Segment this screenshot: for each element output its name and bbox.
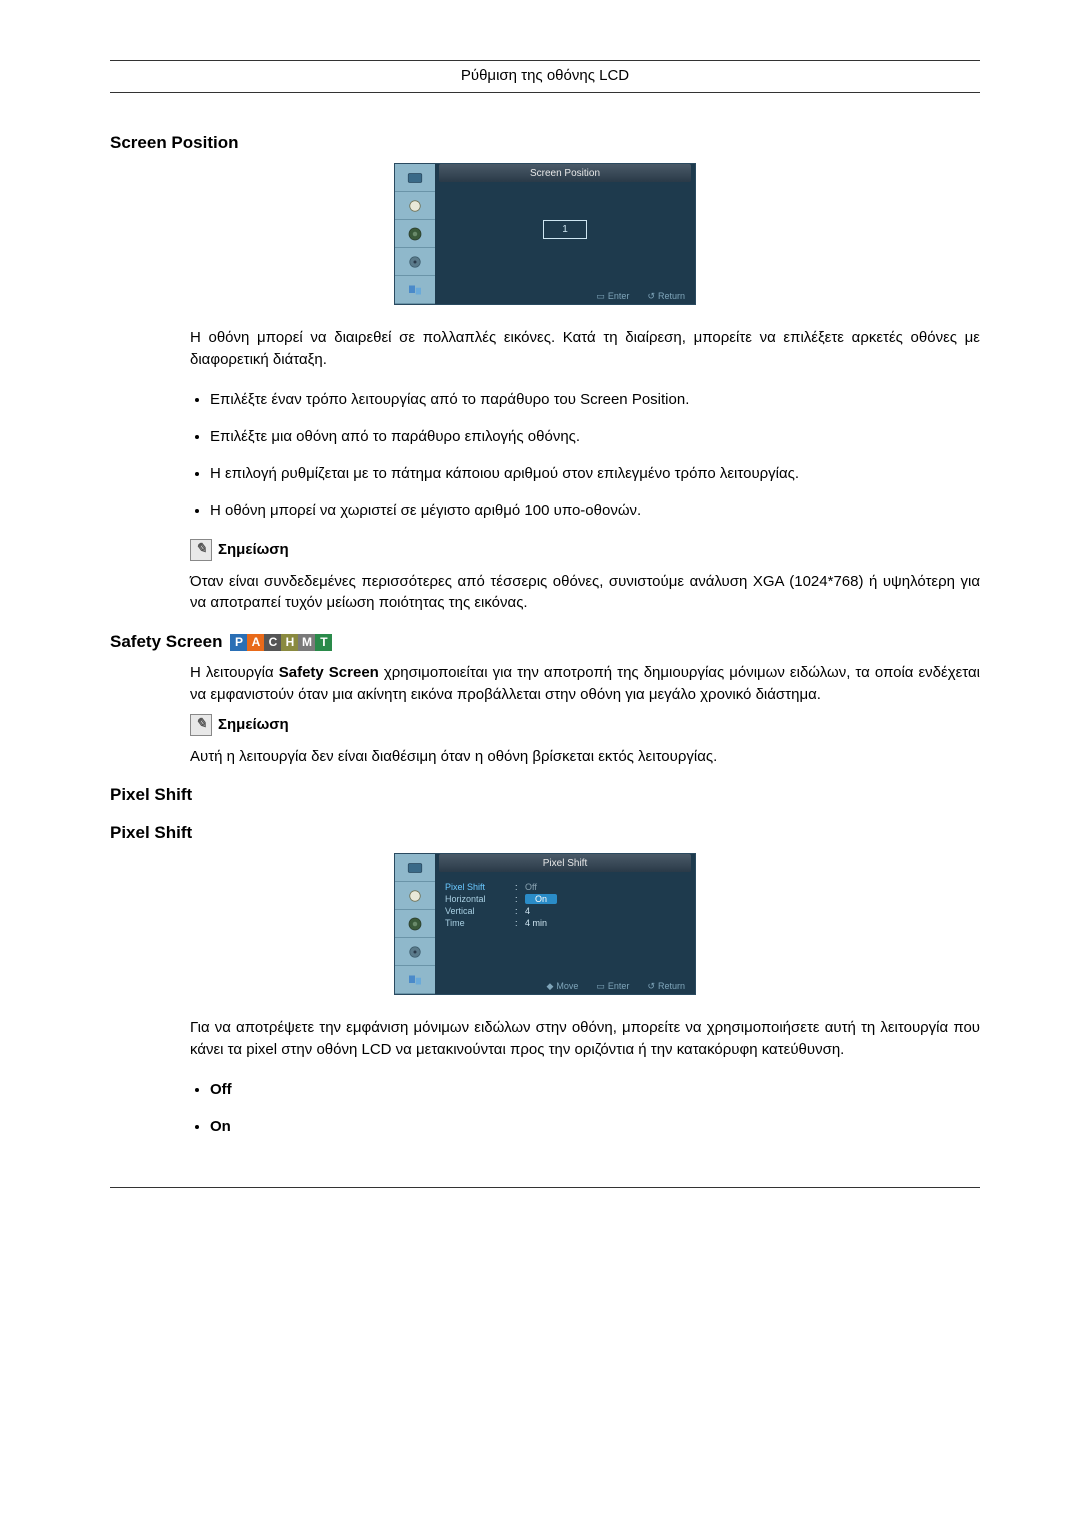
- osd-screenshot-pixel-shift: Pixel Shift Pixel Shift : Off Horizontal…: [394, 853, 696, 995]
- osd-foot-enter: ▭ Enter: [596, 981, 629, 992]
- osd-screenshot-screen-position: Screen Position 1 ▭ Enter ↺ Return: [394, 163, 696, 305]
- osd-tab-setup-icon: [395, 938, 435, 966]
- osd-tab-sound-icon: [395, 220, 435, 248]
- heading-safety-screen: Safety Screen P A C H M T: [110, 632, 980, 652]
- osd-row0-label: Pixel Shift: [445, 882, 515, 892]
- sp-bullets: Επιλέξτε έναν τρόπο λειτουργίας από το π…: [190, 389, 980, 521]
- heading-pixel-shift-2: Pixel Shift: [110, 823, 980, 843]
- osd-row1-label: Horizontal: [445, 894, 515, 904]
- sp-note-label: Σημείωση: [218, 541, 289, 558]
- ss-note-text: Αυτή η λειτουργία δεν είναι διαθέσιμη ότ…: [190, 746, 980, 768]
- note-icon: ✎: [190, 714, 212, 736]
- osd-value: 1: [543, 220, 587, 239]
- chip-h-icon: H: [281, 634, 298, 651]
- sp-intro: H οθόνη μπορεί να διαιρεθεί σε πολλαπλές…: [190, 327, 980, 371]
- osd-row2-label: Vertical: [445, 906, 515, 916]
- sp-bullet-3: H οθόνη μπορεί να χωριστεί σε μέγιστο αρ…: [210, 500, 980, 521]
- osd-foot-enter: ▭ Enter: [596, 291, 629, 302]
- osd-tab-picture-icon: [395, 192, 435, 220]
- osd-tab-picture-icon: [395, 882, 435, 910]
- chip-t-icon: T: [315, 634, 332, 651]
- osd-row2-val: 4: [525, 906, 530, 916]
- osd-row3-val: 4 min: [525, 918, 547, 928]
- mode-chips: P A C H M T: [230, 634, 332, 651]
- safety-screen-title: Safety Screen: [110, 632, 222, 652]
- note-icon: ✎: [190, 539, 212, 561]
- sp-bullet-0-bold: Screen Position: [580, 391, 685, 408]
- osd-tab-input-icon: [395, 854, 435, 882]
- chip-a-icon: A: [247, 634, 264, 651]
- chip-c-icon: C: [264, 634, 281, 651]
- heading-pixel-shift-1: Pixel Shift: [110, 785, 980, 805]
- ps-bullet-on: On: [210, 1116, 980, 1137]
- osd-tab-multi-icon: [395, 966, 435, 994]
- osd-foot-move: ◆ Move: [546, 981, 578, 992]
- osd-tab-setup-icon: [395, 248, 435, 276]
- page-header: Ρύθμιση της οθόνης LCD: [110, 67, 980, 93]
- ss-note-header: ✎ Σημείωση: [190, 714, 980, 736]
- osd-title-ps: Pixel Shift: [439, 854, 691, 872]
- sp-bullet-0: Επιλέξτε έναν τρόπο λειτουργίας από το π…: [210, 389, 980, 410]
- sp-bullet-2: Η επιλογή ρυθμίζεται με το πάτημα κάποιο…: [210, 463, 980, 484]
- sp-bullet-1: Επιλέξτε μια οθόνη από το παράθυρο επιλο…: [210, 426, 980, 447]
- ss-para-bold: Safety Screen: [279, 664, 379, 681]
- sp-note-text: Όταν είναι συνδεδεμένες περισσότερες από…: [190, 571, 980, 615]
- osd-foot-return: ↺ Return: [647, 981, 685, 992]
- osd-tab-multi-icon: [395, 276, 435, 304]
- ps-bullets: Off On: [190, 1079, 980, 1137]
- heading-screen-position: Screen Position: [110, 133, 980, 153]
- osd-row0-on-selected: On: [525, 894, 557, 904]
- osd-foot-return: ↺ Return: [647, 291, 685, 302]
- ss-para: H λειτουργία Safety Screen χρησιμοποιείτ…: [190, 662, 980, 706]
- osd-tab-input-icon: [395, 164, 435, 192]
- osd-row0-off: Off: [525, 882, 537, 892]
- osd-title: Screen Position: [439, 164, 691, 182]
- ss-note-label: Σημείωση: [218, 716, 289, 733]
- ps-bullet-off: Off: [210, 1079, 980, 1100]
- sp-note-header: ✎ Σημείωση: [190, 539, 980, 561]
- chip-p-icon: P: [230, 634, 247, 651]
- ps-para: Για να αποτρέψετε την εμφάνιση μόνιμων ε…: [190, 1017, 980, 1061]
- osd-row3-label: Time: [445, 918, 515, 928]
- osd-tab-sound-icon: [395, 910, 435, 938]
- chip-m-icon: M: [298, 634, 315, 651]
